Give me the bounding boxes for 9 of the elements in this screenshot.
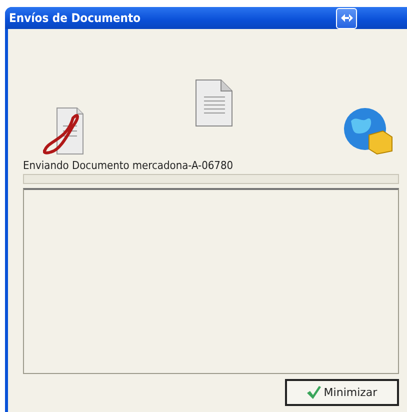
status-text: Enviando Documento mercadona-A-06780 xyxy=(23,159,234,172)
globe-box-icon xyxy=(343,107,393,155)
document-ribbon-icon xyxy=(43,106,85,156)
resize-button[interactable] xyxy=(336,8,357,28)
minimize-button[interactable]: Minimizar xyxy=(285,379,399,406)
document-icon xyxy=(195,79,233,127)
window-title: Envíos de Documento xyxy=(9,11,141,25)
check-icon xyxy=(306,386,321,399)
double-arrow-icon xyxy=(340,14,352,22)
